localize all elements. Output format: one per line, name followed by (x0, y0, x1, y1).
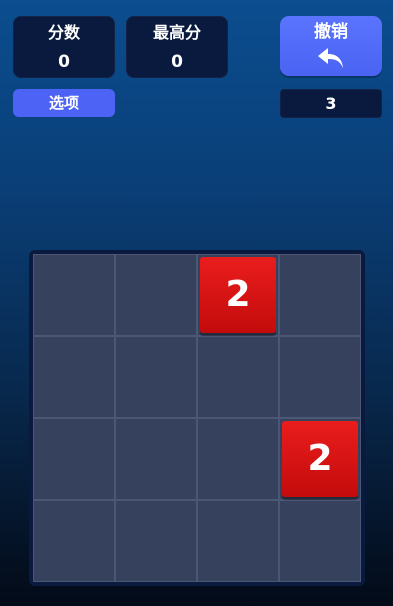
game-board[interactable]: 22 (29, 250, 365, 586)
board-cell (33, 254, 115, 336)
board-cell (115, 254, 197, 336)
board-cell (279, 500, 361, 582)
board-grid: 22 (33, 254, 361, 582)
board-cell (33, 418, 115, 500)
score-value: 0 (58, 52, 70, 72)
board-cell (197, 500, 279, 582)
board-cell (33, 336, 115, 418)
board-cell (197, 418, 279, 500)
board-cell (197, 336, 279, 418)
best-score-panel: 最高分 0 (126, 16, 228, 78)
tile: 2 (200, 257, 276, 333)
board-cell (115, 418, 197, 500)
board-cell (279, 254, 361, 336)
undo-label: 撤销 (314, 22, 348, 42)
undo-remaining-count: 3 (280, 89, 382, 118)
best-score-value: 0 (171, 52, 183, 72)
board-cell (115, 336, 197, 418)
best-score-label: 最高分 (152, 23, 201, 42)
options-button[interactable]: 选项 (13, 89, 115, 117)
score-panel: 分数 0 (13, 16, 115, 78)
tile: 2 (282, 421, 358, 497)
board-cell (115, 500, 197, 582)
board-cell (279, 336, 361, 418)
undo-button[interactable]: 撤销 (280, 16, 382, 76)
undo-arrow-icon (318, 48, 343, 68)
score-label: 分数 (47, 23, 80, 42)
board-cell (33, 500, 115, 582)
